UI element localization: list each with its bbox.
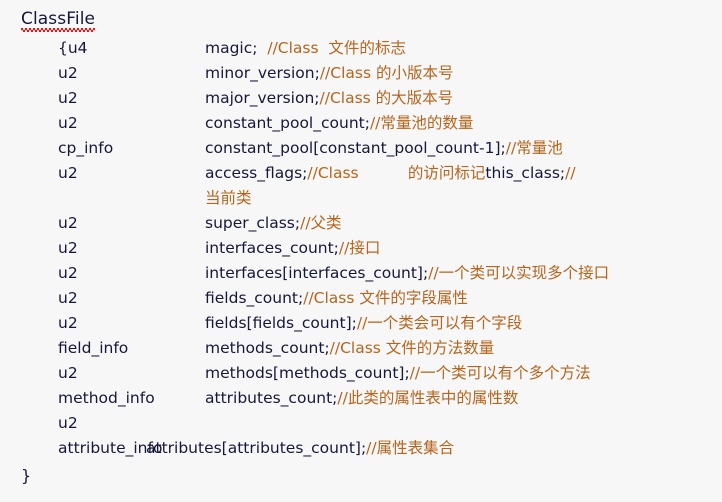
field-declaration: magic; //Class 文件的标志 [205,36,406,61]
field-comment: //Class 文件的方法数量 [329,339,495,357]
field-declaration: methods[methods_count];//一个类可以有个多个方法 [205,361,591,386]
struct-field-row: field_info methods_count;//Class 文件的方法数量 [0,336,722,361]
struct-field-row: u2 fields_count;//Class 文件的字段属性 [0,286,722,311]
field-name-secondary: this_class; [485,164,566,182]
field-name: constant_pool[constant_pool_count-1]; [205,139,506,157]
field-declaration: interfaces_count;//接口 [205,236,380,261]
field-name: methods[methods_count]; [205,364,410,382]
field-declaration: interfaces[interfaces_count];//一个类可以实现多个… [205,261,609,286]
field-type: u2 [58,164,78,182]
field-declaration: constant_pool_count;//常量池的数量 [205,111,473,136]
struct-field-row: u2 fields[fields_count];//一个类会可以有个字段 [0,311,722,336]
field-declaration: fields_count;//Class 文件的字段属性 [205,286,468,311]
field-comment: //父类 [300,214,342,232]
page-title-text: ClassFile [21,9,96,32]
struct-field-row: u2 major_version;//Class 的大版本号 [0,86,722,111]
field-comment: //Class 的访问标记 [307,164,486,182]
struct-field-row: u2 super_class;//父类 [0,211,722,236]
page-title: ClassFile [21,9,96,32]
field-comment: //Class 的小版本号 [319,64,454,82]
struct-field-row: cp_info constant_pool[constant_pool_count… [0,136,722,161]
class-file-struct-document: ClassFile {u4 magic; //Class 文件的标志 u2 minor… [0,0,722,502]
field-comment: //此类的属性表中的属性数 [337,389,519,407]
field-name: attributes_count; [205,389,338,407]
field-name: super_class; [205,214,301,232]
field-name: access_flags; [205,164,308,182]
field-comment: //Class 文件的字段属性 [303,289,468,307]
field-name: major_version; [205,89,320,107]
field-type: u2 [58,364,78,382]
field-type: u2 [58,289,78,307]
field-comment-wrap: 当前类 [205,189,252,207]
field-declaration: major_version;//Class 的大版本号 [205,86,453,111]
struct-field-row: u2 [0,411,722,436]
field-comment-secondary: // [565,164,576,182]
struct-field-row: u2 minor_version;//Class 的小版本号 [0,61,722,86]
field-comment: //Class 的大版本号 [319,89,454,107]
field-name: interfaces[interfaces_count]; [205,264,429,282]
field-comment: //一个类可以有个多个方法 [409,364,591,382]
field-type: field_info [58,339,129,357]
field-type: {u4 [58,39,88,57]
field-type: u2 [58,264,78,282]
field-name: magic; [205,39,268,57]
field-type: cp_info [58,139,114,157]
struct-field-row: u2 interfaces[interfaces_count];//一个类可以实现… [0,261,722,286]
struct-field-row: u2 access_flags;//Class 的访问标记this_class;/… [0,161,722,211]
field-type: u2 [58,239,78,257]
field-declaration: attributes_count;//此类的属性表中的属性数 [205,386,518,411]
field-type: u2 [58,114,78,132]
field-declaration: super_class;//父类 [205,211,342,236]
field-type: u2 [58,89,78,107]
field-name: constant_pool_count; [205,114,370,132]
field-name: methods_count; [205,339,330,357]
field-type: u2 [58,414,78,432]
field-declaration: constant_pool[constant_pool_count-1];//常… [205,136,563,161]
field-type: u2 [58,314,78,332]
field-type: u2 [58,64,78,82]
field-comment: //一个类可以实现多个接口 [428,264,610,282]
field-declaration: access_flags;//Class 的访问标记this_class;// [205,161,576,186]
field-comment: //接口 [338,239,381,257]
field-declaration: fields[fields_count];//一个类会可以有个字段 [205,311,522,336]
struct-field-row: attribute_info attributes[attributes_coun… [0,436,722,461]
field-type: method_info [58,389,155,407]
field-name: fields_count; [205,289,304,307]
field-comment: //常量池的数量 [369,114,474,132]
struct-field-row: u2 methods[methods_count];//一个类可以有个多个方法 [0,361,722,386]
field-comment: //常量池 [505,139,563,157]
field-declaration: methods_count;//Class 文件的方法数量 [205,336,494,361]
field-declaration: attributes[attributes_count];//属性表集合 [146,436,454,461]
field-declaration: minor_version;//Class 的小版本号 [205,61,453,86]
field-name: attributes[attributes_count]; [146,439,367,457]
field-name: interfaces_count; [205,239,339,257]
struct-field-row: method_info attributes_count;//此类的属性表中的属性… [0,386,722,411]
field-comment: //一个类会可以有个字段 [356,314,523,332]
field-comment: //属性表集合 [366,439,455,457]
field-type: u2 [58,214,78,232]
struct-field-row: u2 interfaces_count;//接口 [0,236,722,261]
field-name: fields[fields_count]; [205,314,357,332]
struct-field-row: {u4 magic; //Class 文件的标志 [0,36,722,61]
field-name: minor_version; [205,64,320,82]
closing-brace: } [21,466,32,485]
field-comment: //Class 文件的标志 [267,39,406,57]
struct-field-row: u2 constant_pool_count;//常量池的数量 [0,111,722,136]
